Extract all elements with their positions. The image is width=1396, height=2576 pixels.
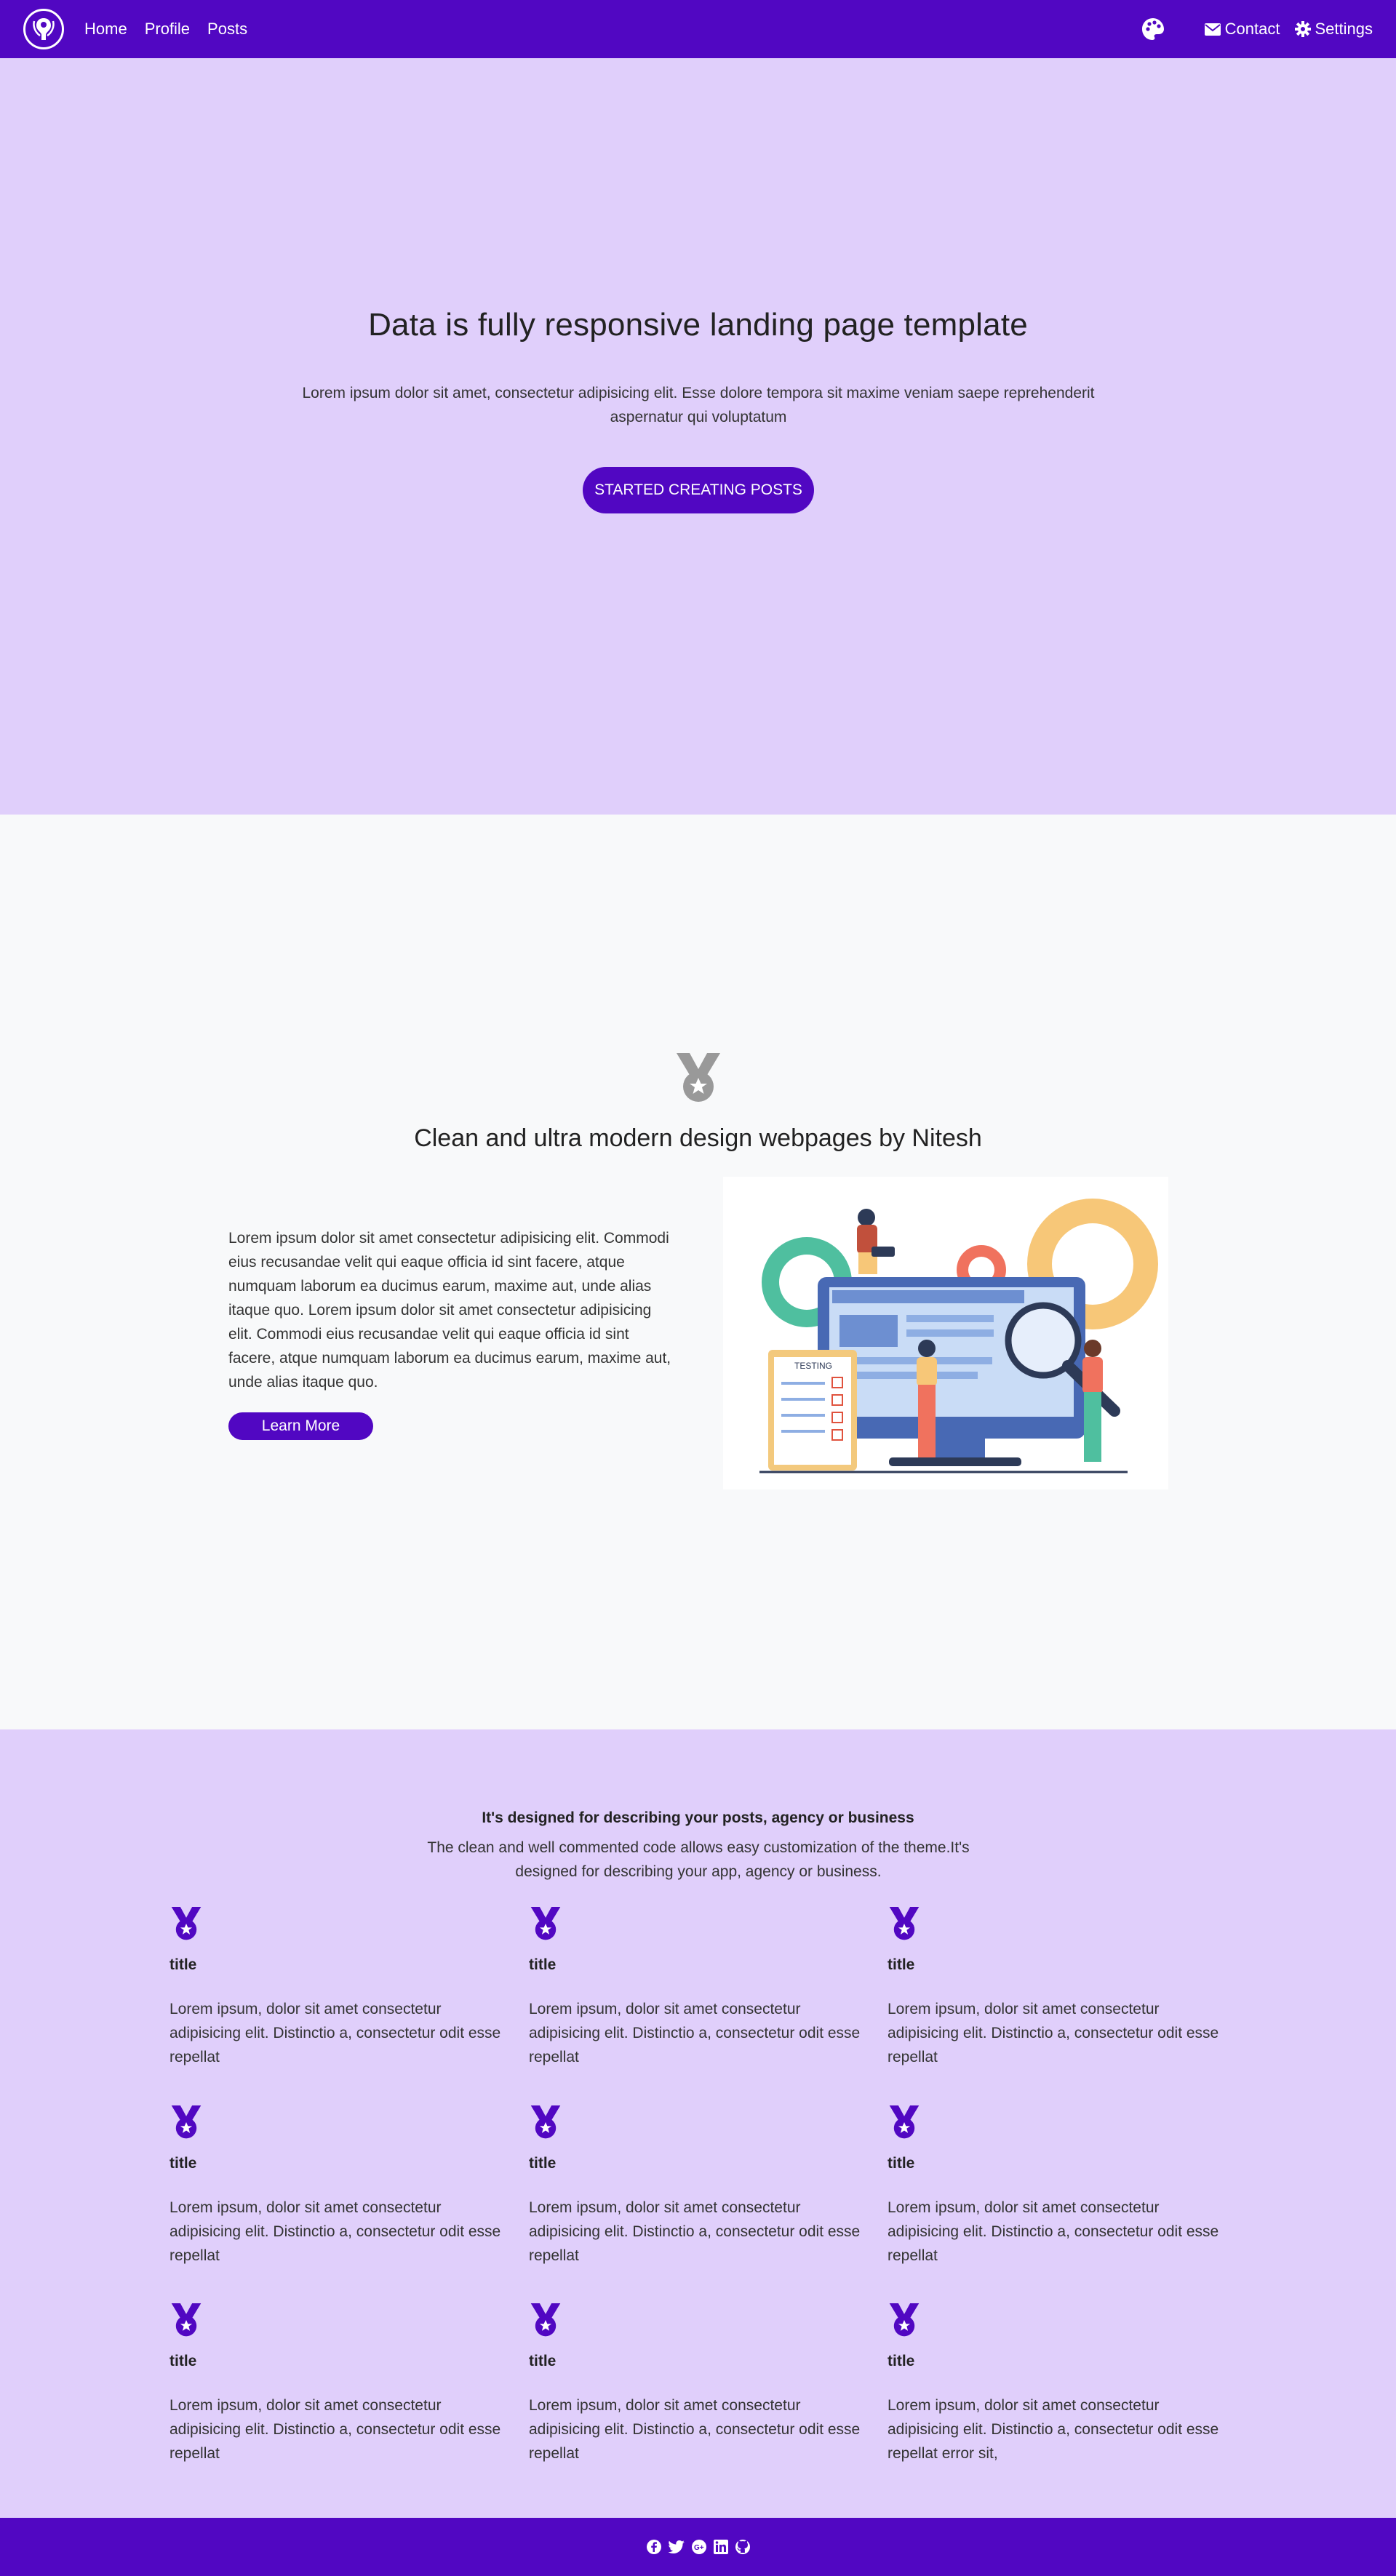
medal-icon bbox=[889, 2303, 920, 2337]
medal-icon bbox=[530, 1907, 561, 1940]
service-text: Lorem ipsum, dolor sit amet consectetur … bbox=[888, 2397, 1219, 2462]
linkedin-icon[interactable] bbox=[713, 2539, 729, 2555]
medal-icon bbox=[530, 2105, 561, 2139]
settings-link[interactable]: Settings bbox=[1294, 20, 1373, 39]
facebook-icon[interactable] bbox=[646, 2539, 662, 2555]
nav-posts-link[interactable]: Posts bbox=[207, 20, 247, 39]
gear-icon bbox=[1294, 21, 1311, 37]
service-card: title Lorem ipsum, dolor sit amet consec… bbox=[888, 1907, 1222, 2065]
navbar-right: Contact Settings bbox=[1141, 17, 1373, 41]
medal-icon bbox=[530, 2303, 561, 2337]
palette-icon[interactable] bbox=[1141, 17, 1165, 41]
hero-section: Data is fully responsive landing page te… bbox=[0, 58, 1396, 815]
contact-label: Contact bbox=[1224, 20, 1280, 38]
service-card: title Lorem ipsum, dolor sit amet consec… bbox=[888, 2105, 1222, 2264]
feature-text: Lorem ipsum dolor sit amet consectetur a… bbox=[228, 1230, 671, 1391]
service-text: Lorem ipsum, dolor sit amet consectetur … bbox=[169, 2397, 501, 2462]
navbar: Home Profile Posts Contact Settings bbox=[0, 0, 1396, 58]
medal-icon bbox=[889, 1907, 920, 1940]
contact-link[interactable]: Contact bbox=[1204, 20, 1280, 39]
twitter-icon[interactable] bbox=[667, 2539, 685, 2555]
service-title: title bbox=[169, 1956, 197, 1973]
services-heading: It's designed for describing your posts,… bbox=[482, 1809, 914, 1826]
service-title: title bbox=[529, 2155, 557, 2172]
service-title: title bbox=[888, 1956, 915, 1973]
medal-icon bbox=[171, 2105, 202, 2139]
service-text: Lorem ipsum, dolor sit amet consectetur … bbox=[888, 2001, 1219, 2065]
hero-title: Data is fully responsive landing page te… bbox=[368, 307, 1028, 343]
service-text: Lorem ipsum, dolor sit amet consectetur … bbox=[529, 2199, 861, 2264]
feature-title: Clean and ultra modern design webpages b… bbox=[414, 1124, 982, 1152]
hero-text: Lorem ipsum dolor sit amet, consectetur … bbox=[302, 385, 1095, 425]
testing-illustration: TESTING bbox=[723, 1177, 1168, 1489]
learn-more-button[interactable]: Learn More bbox=[228, 1412, 373, 1440]
service-text: Lorem ipsum, dolor sit amet consectetur … bbox=[529, 2397, 861, 2462]
service-text: Lorem ipsum, dolor sit amet consectetur … bbox=[529, 2001, 861, 2065]
service-title: title bbox=[169, 2155, 197, 2172]
service-card: title Lorem ipsum, dolor sit amet consec… bbox=[529, 2105, 863, 2264]
footer: G+ bbox=[0, 2518, 1396, 2576]
svg-text:G+: G+ bbox=[694, 2544, 704, 2552]
medal-icon bbox=[171, 1907, 202, 1940]
service-card: title Lorem ipsum, dolor sit amet consec… bbox=[529, 2303, 863, 2462]
start-creating-posts-button[interactable]: STARTED CREATING POSTS bbox=[583, 467, 814, 513]
service-title: title bbox=[169, 2353, 197, 2369]
service-title: title bbox=[529, 1956, 557, 1973]
settings-label: Settings bbox=[1315, 20, 1373, 38]
github-icon[interactable] bbox=[735, 2539, 751, 2555]
medal-icon bbox=[677, 1053, 720, 1102]
service-text: Lorem ipsum, dolor sit amet consectetur … bbox=[169, 2199, 501, 2264]
logo-icon[interactable] bbox=[23, 9, 64, 49]
service-card: title Lorem ipsum, dolor sit amet consec… bbox=[169, 2105, 504, 2264]
service-title: title bbox=[529, 2353, 557, 2369]
feature-section: Clean and ultra modern design webpages b… bbox=[0, 815, 1396, 1729]
nav-profile-link[interactable]: Profile bbox=[145, 20, 190, 39]
envelope-icon bbox=[1204, 23, 1221, 36]
service-card: title Lorem ipsum, dolor sit amet consec… bbox=[169, 2303, 504, 2462]
medal-icon bbox=[889, 2105, 920, 2139]
service-card: title Lorem ipsum, dolor sit amet consec… bbox=[529, 1907, 863, 2065]
service-title: title bbox=[888, 2155, 915, 2172]
services-section: It's designed for describing your posts,… bbox=[0, 1729, 1396, 2518]
services-subheading: The clean and well commented code allows… bbox=[427, 1839, 970, 1880]
medal-icon bbox=[171, 2303, 202, 2337]
service-title: title bbox=[888, 2353, 915, 2369]
google-plus-icon[interactable]: G+ bbox=[691, 2539, 707, 2555]
service-card: title Lorem ipsum, dolor sit amet consec… bbox=[888, 2303, 1222, 2462]
service-text: Lorem ipsum, dolor sit amet consectetur … bbox=[169, 2001, 501, 2065]
service-text: Lorem ipsum, dolor sit amet consectetur … bbox=[888, 2199, 1219, 2264]
clipboard-label: TESTING bbox=[794, 1361, 832, 1371]
nav-home-link[interactable]: Home bbox=[84, 20, 127, 39]
service-card: title Lorem ipsum, dolor sit amet consec… bbox=[169, 1907, 504, 2065]
